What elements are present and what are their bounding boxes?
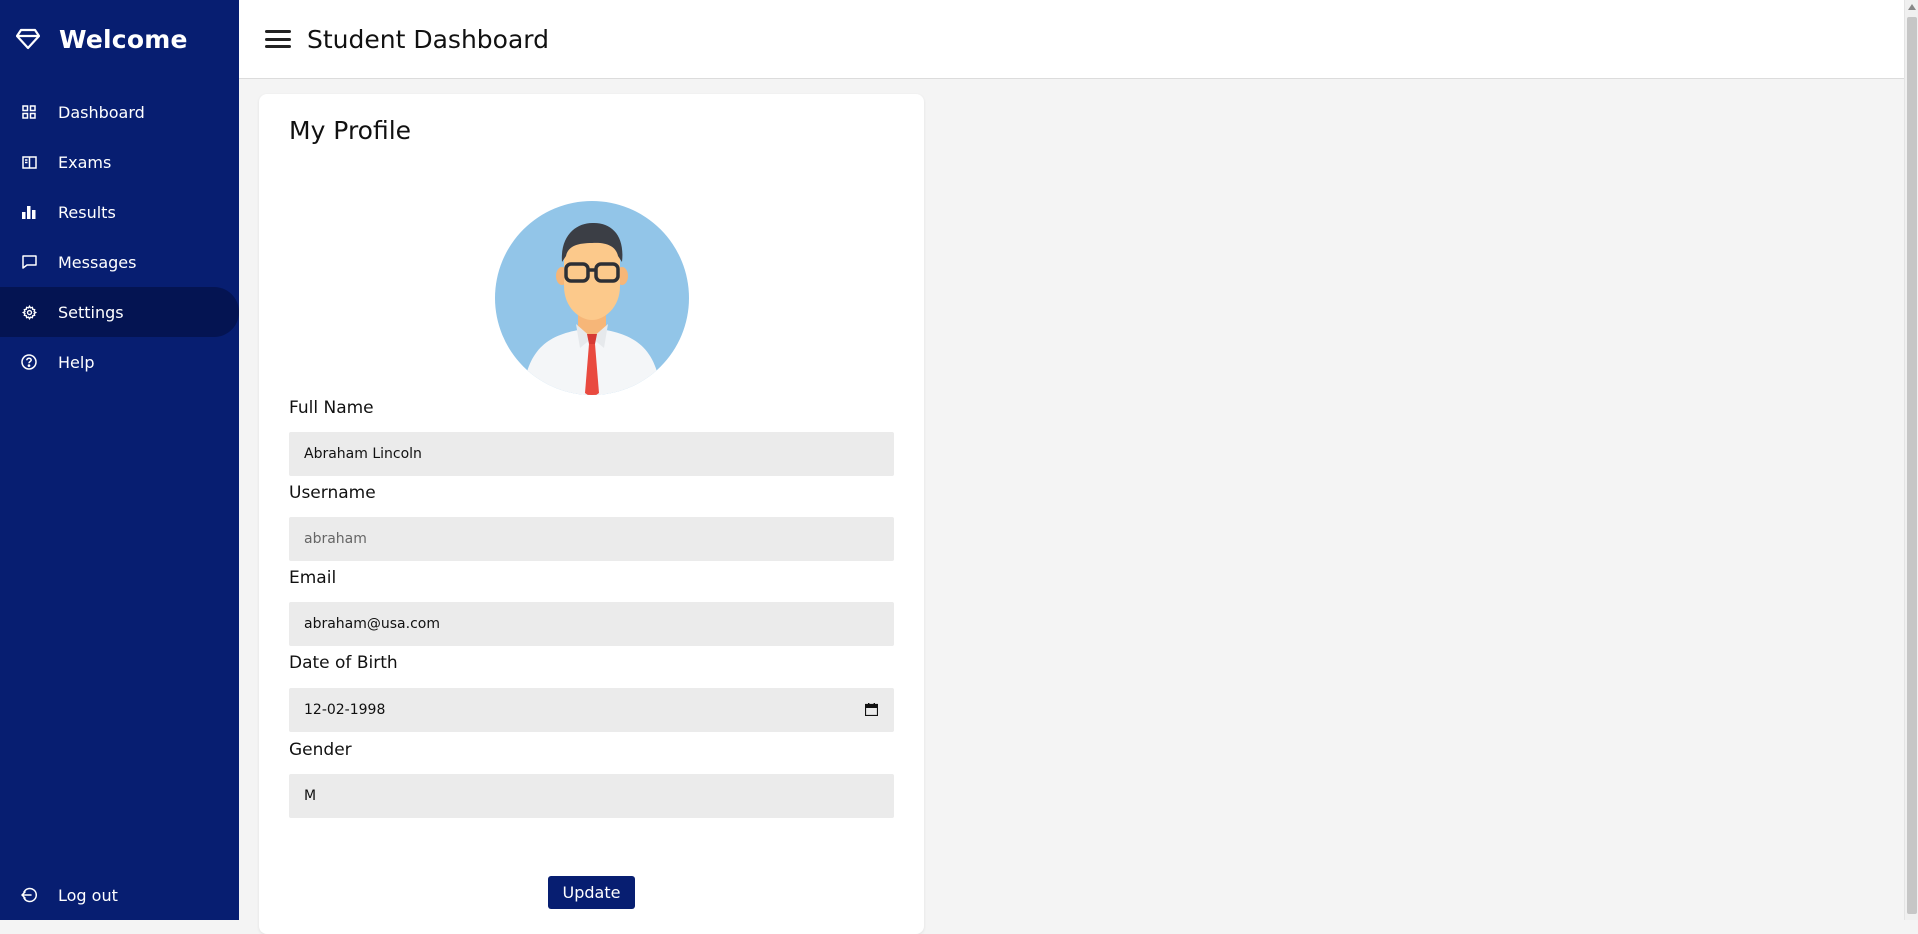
scrollbar-thumb[interactable] (1907, 17, 1917, 914)
sidebar-item-messages[interactable]: Messages (0, 237, 239, 287)
sidebar-item-label: Results (58, 202, 116, 222)
gender-field[interactable]: M (289, 774, 894, 818)
bar-chart-icon (19, 202, 39, 222)
brand: Welcome (0, 0, 239, 78)
username-value: abraham (304, 531, 367, 547)
dob-field[interactable]: 12-02-1998 (289, 688, 894, 732)
diamond-icon (15, 26, 41, 52)
brand-title: Welcome (59, 24, 188, 54)
username-field[interactable]: abraham (289, 517, 894, 561)
full-name-label: Full Name (289, 398, 374, 418)
sidebar-item-help[interactable]: Help (0, 337, 239, 387)
logout-button[interactable]: Log out (0, 870, 239, 920)
user-avatar (492, 198, 692, 398)
grid-icon (19, 102, 39, 122)
sidebar-item-dashboard[interactable]: Dashboard (0, 87, 239, 137)
sidebar-item-label: Help (58, 352, 95, 372)
book-icon (19, 152, 39, 172)
email-value: abraham@usa.com (304, 616, 440, 632)
sidebar-item-settings[interactable]: Settings (0, 287, 239, 337)
profile-card: My Profile Full Name Abraham Lincoln Use… (259, 94, 924, 934)
logout-label: Log out (58, 885, 118, 905)
full-name-value: Abraham Lincoln (304, 446, 422, 462)
profile-title: My Profile (289, 116, 412, 145)
chat-icon (19, 252, 39, 272)
page-title: Student Dashboard (307, 24, 549, 54)
sidebar-item-label: Settings (58, 302, 124, 322)
calendar-icon[interactable] (864, 703, 879, 717)
scroll-up-arrow-icon[interactable] (1908, 4, 1916, 10)
update-button[interactable]: Update (548, 876, 635, 909)
email-field[interactable]: abraham@usa.com (289, 602, 894, 646)
dob-label: Date of Birth (289, 653, 398, 673)
username-label: Username (289, 483, 376, 503)
vertical-scrollbar[interactable] (1904, 0, 1918, 920)
sidebar-item-results[interactable]: Results (0, 187, 239, 237)
sidebar-item-label: Exams (58, 152, 112, 172)
dob-value: 12-02-1998 (304, 702, 386, 718)
email-label: Email (289, 568, 337, 588)
sidebar-nav: Dashboard Exams Results Messages Setting… (0, 87, 239, 387)
sidebar: Welcome Dashboard Exams Results Messages… (0, 0, 239, 920)
gear-icon (19, 302, 39, 322)
topbar: Student Dashboard (239, 0, 1904, 79)
hamburger-icon[interactable] (265, 28, 291, 50)
sidebar-item-exams[interactable]: Exams (0, 137, 239, 187)
gender-label: Gender (289, 740, 352, 760)
logout-icon (19, 885, 39, 905)
full-name-field[interactable]: Abraham Lincoln (289, 432, 894, 476)
gender-value: M (304, 788, 317, 804)
help-icon (19, 352, 39, 372)
sidebar-item-label: Messages (58, 252, 137, 272)
sidebar-item-label: Dashboard (58, 102, 145, 122)
